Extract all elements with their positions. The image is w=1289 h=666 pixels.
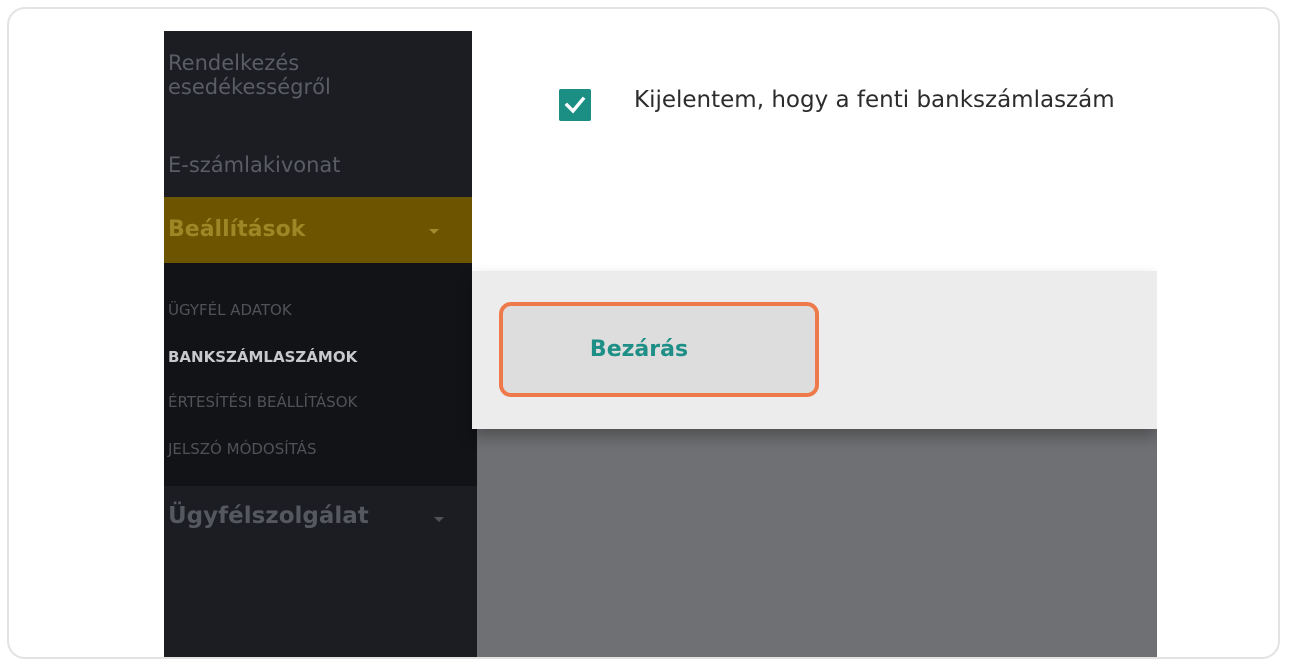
- sidebar: Rendelkezés esedékességről E-számlakivon…: [164, 31, 477, 657]
- sidebar-item-rendelkezes[interactable]: Rendelkezés esedékességről: [168, 51, 331, 99]
- sidebar-item-ugyfelszolgalat[interactable]: Ügyfélszolgálat: [168, 503, 369, 529]
- screenshot-frame: Rendelkezés esedékességről E-számlakivon…: [7, 7, 1280, 659]
- app-viewport: Rendelkezés esedékességről E-számlakivon…: [164, 31, 1157, 657]
- settings-submenu: ÜGYFÉL ADATOK BANKSZÁMLASZÁMOK ÉRTESÍTÉS…: [164, 263, 477, 486]
- submenu-item-ertesitesi-beallitasok[interactable]: ÉRTESÍTÉSI BEÁLLÍTÁSOK: [168, 393, 357, 411]
- close-button[interactable]: Bezárás: [499, 302, 819, 397]
- sidebar-item-label: Beállítások: [168, 217, 306, 242]
- sidebar-item-e-szamlakivonat[interactable]: E-számlakivonat: [168, 153, 341, 177]
- dialog-body: Kijelentem, hogy a fenti bankszámlaszám: [472, 31, 1157, 271]
- close-button-label: Bezárás: [589, 337, 689, 362]
- sidebar-item-beallitasok[interactable]: Beállítások: [164, 197, 472, 263]
- consent-checkbox[interactable]: [559, 89, 591, 121]
- checkmark-icon: [564, 96, 586, 114]
- dialog-footer: Bezárás: [472, 271, 1157, 429]
- chevron-down-icon: [434, 517, 444, 522]
- chevron-down-icon: [429, 229, 439, 234]
- submenu-item-jelszo-modositas[interactable]: JELSZÓ MÓDOSÍTÁS: [168, 440, 316, 458]
- consent-label: Kijelentem, hogy a fenti bankszámlaszám: [634, 87, 1115, 113]
- submenu-item-bankszamlaszamok[interactable]: BANKSZÁMLASZÁMOK: [168, 348, 357, 366]
- submenu-item-ugyfel-adatok[interactable]: ÜGYFÉL ADATOK: [168, 301, 292, 319]
